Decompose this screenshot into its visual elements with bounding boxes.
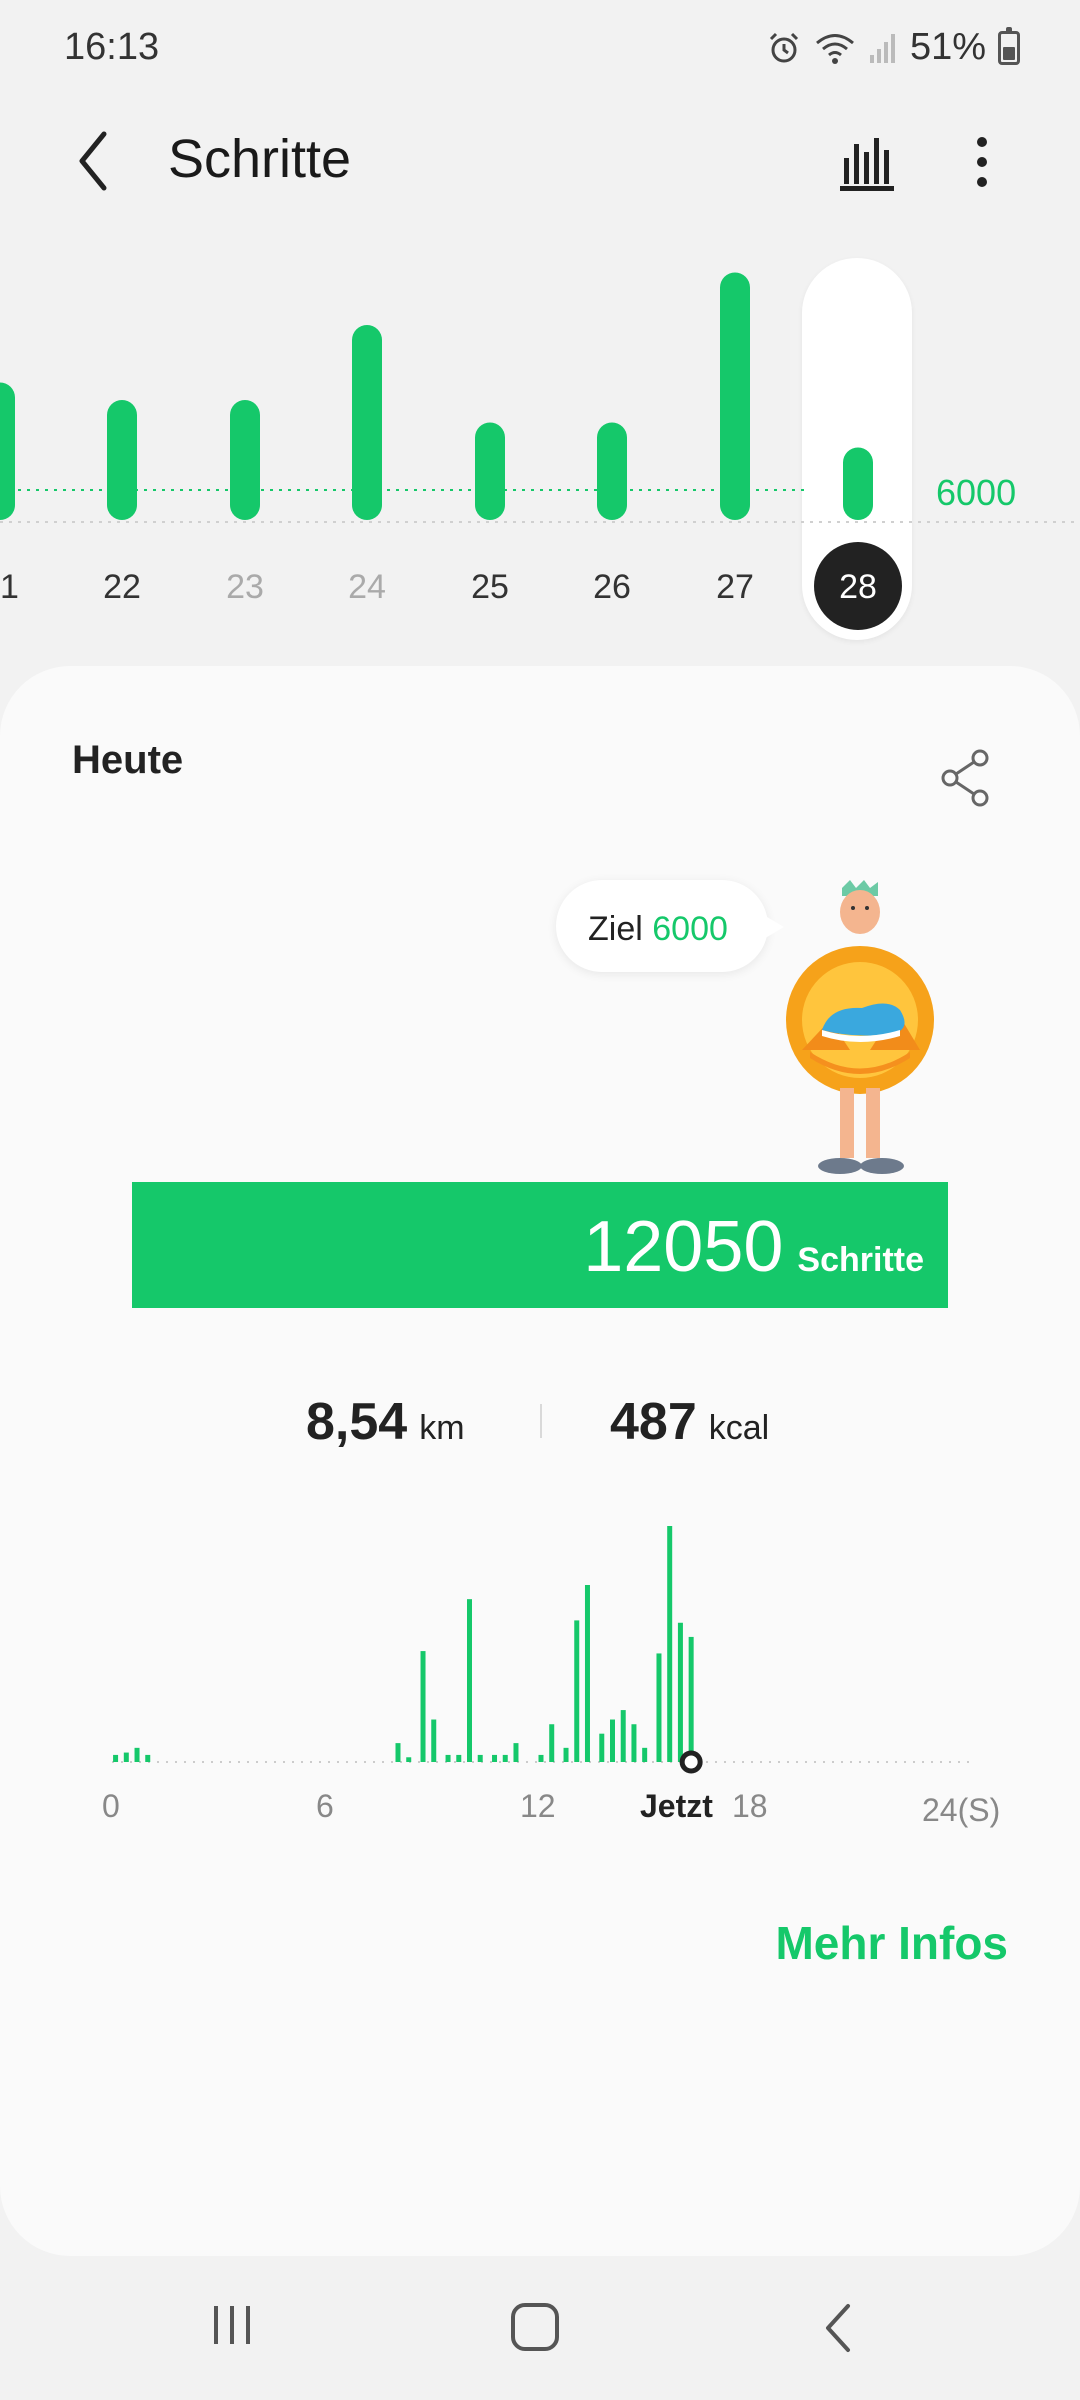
back-arrow-icon[interactable] [74,130,114,192]
more-options-icon[interactable] [972,134,992,190]
wifi-icon [815,33,854,64]
battery-icon [998,26,1020,65]
hour-bar [431,1719,437,1762]
hour-bar [445,1754,451,1762]
hour-bar [145,1754,151,1762]
hour-bar [620,1710,626,1762]
current-time-marker [679,1750,703,1774]
bar-chart-icon[interactable] [838,130,896,192]
hour-bar [406,1757,412,1762]
signal-icon [869,33,895,63]
hour-bar [599,1733,605,1762]
week-bar [107,400,137,520]
week-goal-label: 6000 [936,472,1017,513]
week-bar [352,325,382,520]
steps-count: 12050 Schritte [583,1207,924,1287]
battery-percent: 51% [909,26,986,68]
week-day-label: 21 [0,568,19,606]
status-time: 16:13 [64,26,160,68]
hour-bar [677,1622,683,1762]
hour-bar [420,1651,426,1762]
hour-bar [456,1754,462,1762]
week-bar [843,447,873,520]
status-icons: 51% [766,26,1020,69]
hour-bar [538,1754,544,1762]
hour-bar [549,1724,555,1762]
week-bar [475,422,505,520]
week-day-label: 26 [593,568,631,606]
hour-bar [477,1754,483,1762]
hour-bar [502,1754,508,1762]
week-day-label: 28 [839,568,877,606]
card-title: Heute [72,738,184,782]
week-day-label: 27 [716,568,754,606]
hour-bar [123,1752,129,1762]
distance-value: 8,54 km [306,1393,465,1451]
week-bar [720,272,750,520]
home-icon[interactable] [508,2300,564,2356]
stats-divider [540,1404,542,1438]
week-day-label: 23 [226,568,264,606]
hour-bar [584,1585,590,1762]
mascot-illustration [786,880,934,1174]
more-info-link[interactable]: Mehr Infos [775,1916,1008,1970]
hour-bar [467,1599,472,1762]
hour-bar [667,1526,673,1762]
week-steps-chart[interactable]: 21 22 23 24 25 26 27 28 [0,250,1080,650]
x-tick-label-now: Jetzt [640,1788,713,1824]
share-icon[interactable] [938,748,994,808]
hour-bar [574,1620,580,1762]
week-day-label: 24 [348,568,386,606]
hour-bar [563,1747,569,1762]
hour-bar [656,1653,662,1762]
hour-bar [688,1636,694,1762]
hour-bar [492,1754,498,1762]
x-tick-label: 24(S) [922,1792,1001,1828]
week-bar [230,400,260,520]
nav-back-icon[interactable] [818,2300,858,2356]
hour-bar [134,1747,140,1762]
x-tick-label: 6 [316,1788,334,1824]
hour-bar [642,1747,648,1762]
week-day-label: 22 [103,568,141,606]
hour-bar [610,1719,615,1762]
week-day-label: 25 [471,568,509,606]
week-bar [0,382,15,520]
alarm-icon [769,32,798,62]
recent-apps-icon[interactable] [208,2300,258,2350]
hour-bar [513,1743,519,1762]
week-bar [597,422,627,520]
hour-bar [395,1743,401,1762]
page-title: Schritte [168,129,352,189]
goal-bubble-text: Ziel 6000 [588,910,728,948]
x-tick-label: 18 [732,1788,768,1824]
daily-steps-chart[interactable] [100,1500,980,1800]
hour-bar [631,1724,637,1762]
x-tick-label: 12 [520,1788,556,1824]
calories-value: 487 kcal [610,1393,770,1451]
hour-bar [113,1754,119,1762]
x-tick-label: 0 [102,1788,120,1824]
